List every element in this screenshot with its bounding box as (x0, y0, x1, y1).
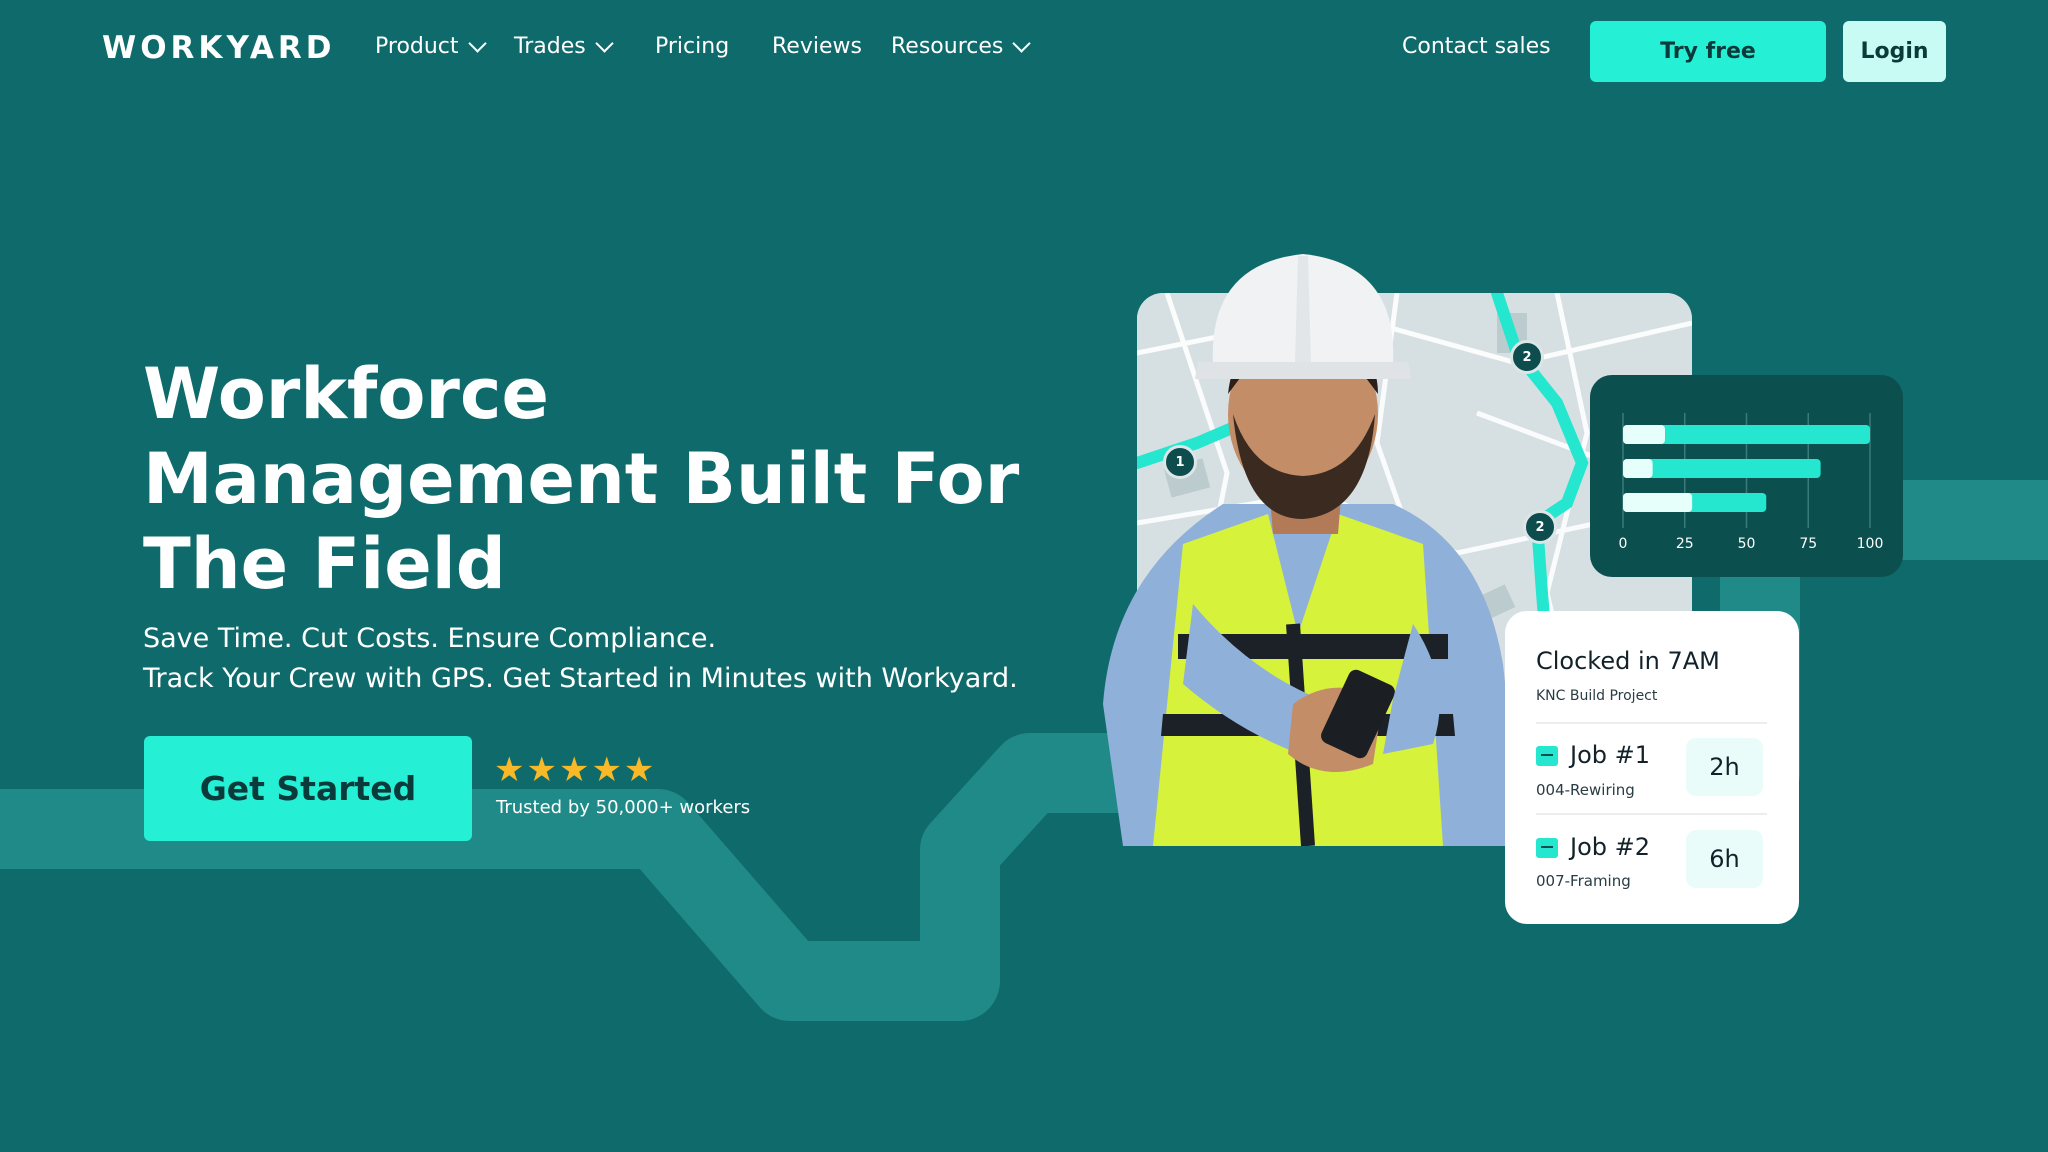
nav-pricing[interactable]: Pricing (655, 34, 729, 59)
job-hours-badge: 2h (1686, 738, 1763, 796)
nav-product-label: Product (375, 34, 459, 59)
map-pin-icon[interactable]: 1 (1163, 445, 1197, 479)
try-free-button[interactable]: Try free (1590, 21, 1826, 82)
chart-bar-highlight (1623, 493, 1693, 512)
divider (1536, 722, 1767, 724)
map-pin-icon[interactable]: 2 (1523, 510, 1557, 544)
hero-title-line-2: Management Built For (143, 438, 1020, 520)
contact-sales-link[interactable]: Contact sales (1402, 34, 1551, 59)
map-pin-icon[interactable]: 2 (1510, 340, 1544, 374)
nav-trades-label: Trades (514, 34, 586, 59)
chart-bar-highlight (1623, 425, 1665, 444)
nav-reviews-label: Reviews (772, 34, 862, 59)
clock-in-card: Clocked in 7AM KNC Build Project Job #1 … (1505, 611, 1799, 924)
divider (1536, 813, 1767, 815)
nav-resources[interactable]: Resources (891, 33, 1032, 59)
job-name: Job #2 (1570, 833, 1651, 861)
bar-chart: 0 25 50 75 100 (1619, 413, 1884, 552)
hero-subtitle-line-2: Track Your Crew with GPS. Get Started in… (143, 663, 1018, 694)
chevron-down-icon (1012, 33, 1032, 53)
chart-bar (1623, 459, 1821, 478)
hero-title-line-3: The Field (143, 523, 506, 605)
hero-subtitle-line-1: Save Time. Cut Costs. Ensure Compliance. (143, 623, 717, 654)
job-icon (1536, 838, 1558, 858)
top-navigation: WORKYARD Product Trades Pricing Reviews … (0, 0, 2048, 100)
job-icon (1536, 746, 1558, 766)
clock-in-title: Clocked in 7AM (1536, 647, 1720, 675)
nav-trades[interactable]: Trades (514, 33, 614, 59)
job-name: Job #1 (1570, 741, 1651, 769)
nav-reviews[interactable]: Reviews (772, 34, 862, 59)
hero-title-line-1: Workforce (143, 353, 549, 435)
construction-worker-photo (1103, 254, 1523, 846)
job-code: 007-Framing (1536, 872, 1631, 890)
nav-resources-label: Resources (891, 34, 1004, 59)
workyard-logo[interactable]: WORKYARD (102, 30, 336, 66)
job-hours-badge: 6h (1686, 830, 1763, 888)
progress-chart-card: 0 25 50 75 100 (1590, 375, 1903, 577)
chart-tick-label: 75 (1799, 536, 1817, 552)
chart-tick-label: 100 (1857, 536, 1884, 552)
chart-bar-highlight (1623, 459, 1653, 478)
hero-subtitle: Save Time. Cut Costs. Ensure Compliance.… (143, 619, 1018, 699)
nav-product[interactable]: Product (375, 33, 487, 59)
chart-tick-label: 0 (1619, 536, 1628, 552)
hero-title: Workforce Management Built For The Field (143, 352, 1043, 607)
chart-tick-label: 25 (1676, 536, 1694, 552)
project-name: KNC Build Project (1536, 688, 1658, 704)
contact-sales-label: Contact sales (1402, 34, 1551, 59)
nav-pricing-label: Pricing (655, 34, 730, 59)
chevron-down-icon (595, 33, 614, 53)
chevron-down-icon (467, 33, 487, 53)
job-code: 004-Rewiring (1536, 781, 1635, 799)
login-button[interactable]: Login (1843, 21, 1946, 82)
star-rating-icon: ★★★★★ (494, 750, 657, 790)
get-started-button[interactable]: Get Started (144, 736, 472, 841)
chart-tick-label: 50 (1738, 536, 1756, 552)
trusted-by-text: Trusted by 50,000+ workers (496, 797, 751, 818)
